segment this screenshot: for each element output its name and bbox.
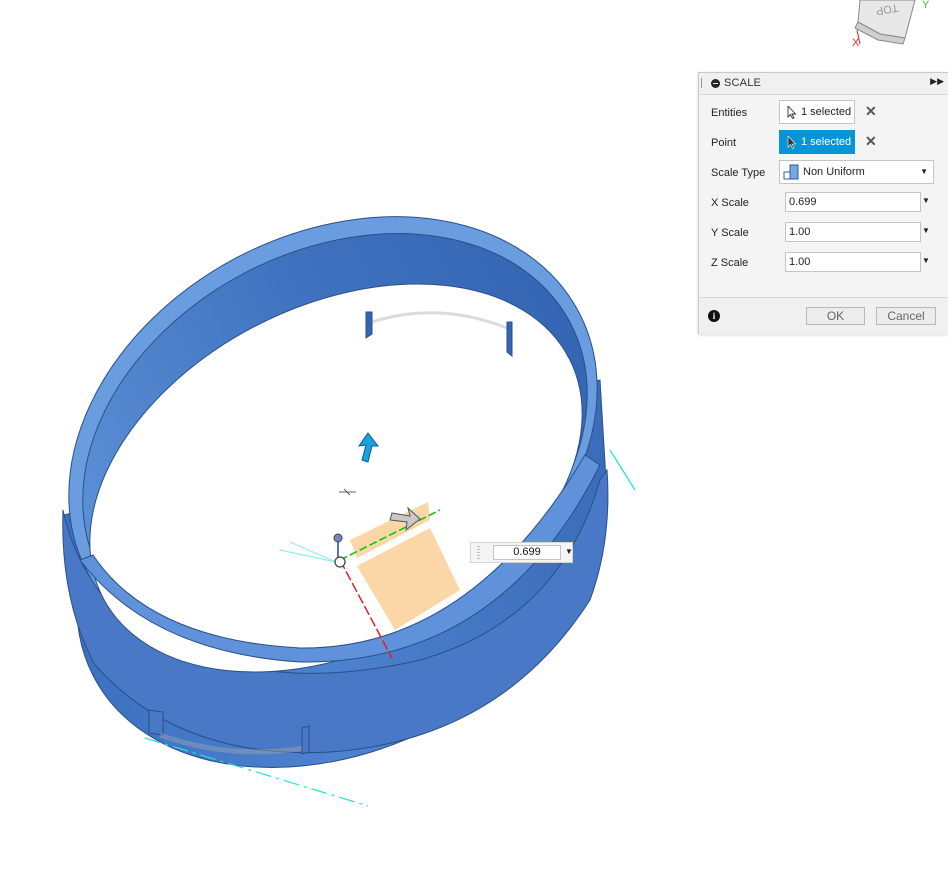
cursor-icon [787, 106, 797, 119]
canvas-scale-input[interactable]: 0.699 ▼ [470, 542, 573, 563]
scale-type-row: Scale Type Non Uniform ▼ [699, 160, 948, 186]
y-axis-label: Y [922, 0, 930, 11]
non-uniform-scale-icon [783, 164, 799, 180]
z-handle [333, 533, 343, 543]
x-scale-input[interactable]: 0.699 [785, 192, 921, 212]
entities-label: Entities [711, 107, 748, 119]
chevron-down-icon[interactable]: ▼ [922, 256, 930, 265]
dialog-grip[interactable] [701, 78, 704, 88]
collapse-icon[interactable] [711, 79, 720, 88]
z-scale-input[interactable]: 1.00 [785, 252, 921, 272]
x-scale-label: X Scale [711, 197, 749, 209]
origin-point [334, 556, 346, 568]
point-label: Point [711, 137, 737, 149]
entities-select-button[interactable]: 1 selected [779, 100, 855, 124]
expand-icon[interactable]: ▶▶ [930, 76, 944, 87]
point-value: 1 selected [801, 136, 852, 148]
point-row: Point 1 selected ✕ [699, 130, 948, 156]
point-select-button[interactable]: 1 selected [779, 130, 855, 154]
clear-entities-icon[interactable]: ✕ [865, 104, 877, 118]
scale-dialog: SCALE ▶▶ Entities 1 selected ✕ Point 1 s… [698, 72, 948, 334]
x-axis-label: X [852, 37, 860, 49]
entities-row: Entities 1 selected ✕ [699, 100, 948, 126]
ok-button[interactable]: OK [806, 307, 865, 325]
y-scale-row: Y Scale 1.00 ▼ [699, 220, 948, 246]
chevron-down-icon[interactable]: ▼ [922, 196, 930, 205]
x-scale-row: X Scale 0.699 ▼ [699, 190, 948, 216]
drag-handle[interactable] [477, 546, 480, 560]
clear-point-icon[interactable]: ✕ [865, 134, 877, 148]
chevron-down-icon: ▼ [920, 167, 928, 176]
cursor-icon [787, 136, 797, 149]
y-scale-label: Y Scale [711, 227, 749, 239]
cancel-button[interactable]: Cancel [876, 307, 936, 325]
scale-type-label: Scale Type [711, 167, 766, 179]
entities-value: 1 selected [801, 106, 852, 118]
chevron-down-icon[interactable]: ▼ [922, 226, 930, 235]
y-scale-input[interactable]: 1.00 [785, 222, 921, 242]
z-scale-row: Z Scale 1.00 ▼ [699, 250, 948, 276]
z-scale-label: Z Scale [711, 257, 749, 269]
canvas-scale-value[interactable]: 0.699 [493, 545, 561, 560]
dialog-header[interactable]: SCALE ▶▶ [699, 73, 948, 95]
view-cube[interactable]: TOP X Y [852, 0, 930, 49]
dialog-title: SCALE [724, 77, 762, 89]
scale-type-dropdown[interactable]: Non Uniform ▼ [779, 160, 934, 184]
info-icon[interactable]: i [708, 310, 720, 322]
dialog-footer: i OK Cancel [699, 297, 948, 334]
scale-type-value: Non Uniform [803, 166, 865, 178]
chevron-down-icon[interactable]: ▼ [565, 547, 573, 556]
